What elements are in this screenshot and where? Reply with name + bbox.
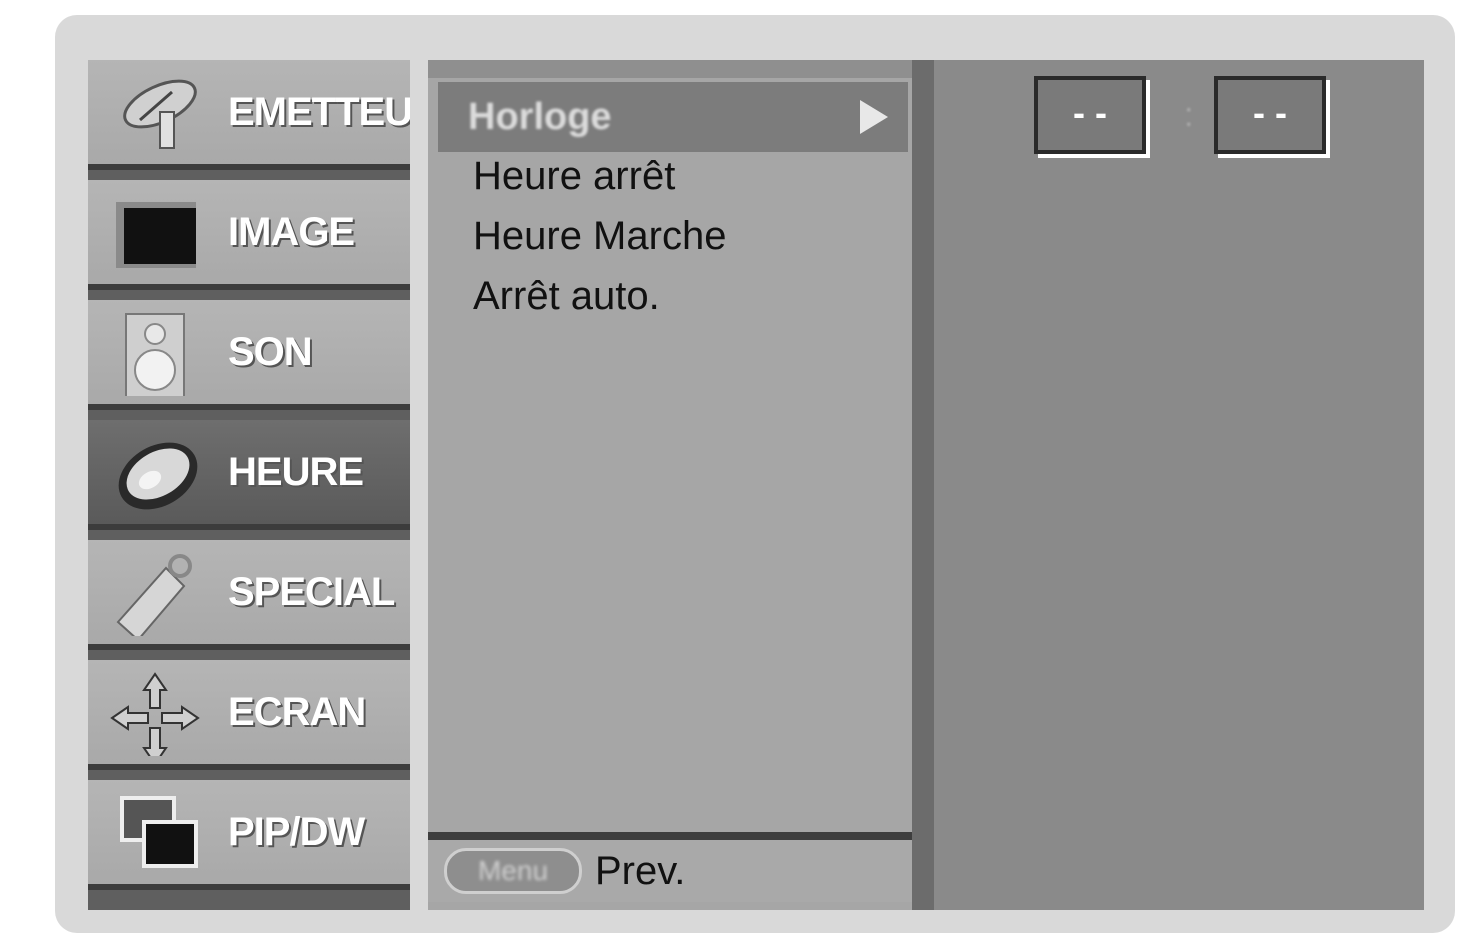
submenu-item-heure-arret[interactable]: Heure arrêt (473, 146, 675, 206)
hours-field[interactable]: - - (1034, 76, 1146, 154)
sidebar-item-label: IMAGE (228, 210, 355, 254)
sidebar-item-label: PIP/DW (228, 810, 365, 854)
menu-button[interactable]: Menu (444, 848, 582, 894)
sidebar-item-label: ECRAN (228, 690, 366, 734)
move-arrows-icon (110, 672, 200, 756)
menu-button-label: Menu (477, 855, 549, 886)
arrow-right-icon (860, 100, 888, 134)
sidebar-item-label: SON (228, 330, 313, 374)
submenu-footer: Menu Prev. (428, 840, 914, 902)
sidebar-item-special[interactable]: SPECIAL (88, 540, 410, 650)
sidebar-item-pip-dw[interactable]: PIP/DW (88, 780, 410, 890)
prev-label: Prev. (595, 849, 686, 893)
time-panel: - - : - - (934, 60, 1424, 910)
minutes-field[interactable]: - - (1214, 76, 1326, 154)
picture-icon (116, 202, 196, 268)
sidebar-item-label: HEURE (228, 450, 364, 494)
submenu-item-selected[interactable]: Horloge (438, 82, 908, 152)
sidebar-item-ecran[interactable]: ECRAN (88, 660, 410, 770)
clock-icon (118, 442, 198, 510)
panel-divider (912, 60, 934, 910)
submenu-item-label: Horloge (468, 96, 612, 138)
submenu-item-heure-marche[interactable]: Heure Marche (473, 206, 726, 266)
satellite-dish-icon (123, 79, 197, 149)
key-tag-icon (116, 554, 192, 636)
sidebar-item-label: SPECIAL (228, 570, 395, 614)
sidebar-item-emetteur[interactable]: EMETTEUR (88, 60, 410, 170)
submenu-panel: Horloge Heure arrêt Heure Marche Arrêt a… (428, 60, 914, 910)
submenu-topbar (428, 60, 914, 78)
sidebar-item-heure[interactable]: HEURE (88, 420, 410, 530)
submenu-item-arret-auto[interactable]: Arrêt auto. (473, 266, 660, 326)
sidebar-item-image[interactable]: IMAGE (88, 180, 410, 290)
sidebar: EMETTEUR IMAGE SON HEURE SPECIAL (88, 60, 410, 910)
time-separator: : (1184, 96, 1194, 134)
sidebar-item-son[interactable]: SON (88, 300, 410, 410)
submenu-divider (428, 832, 914, 840)
speaker-icon (125, 313, 185, 396)
pip-windows-icon (120, 796, 198, 868)
sidebar-item-label: EMETTEUR (228, 90, 410, 134)
